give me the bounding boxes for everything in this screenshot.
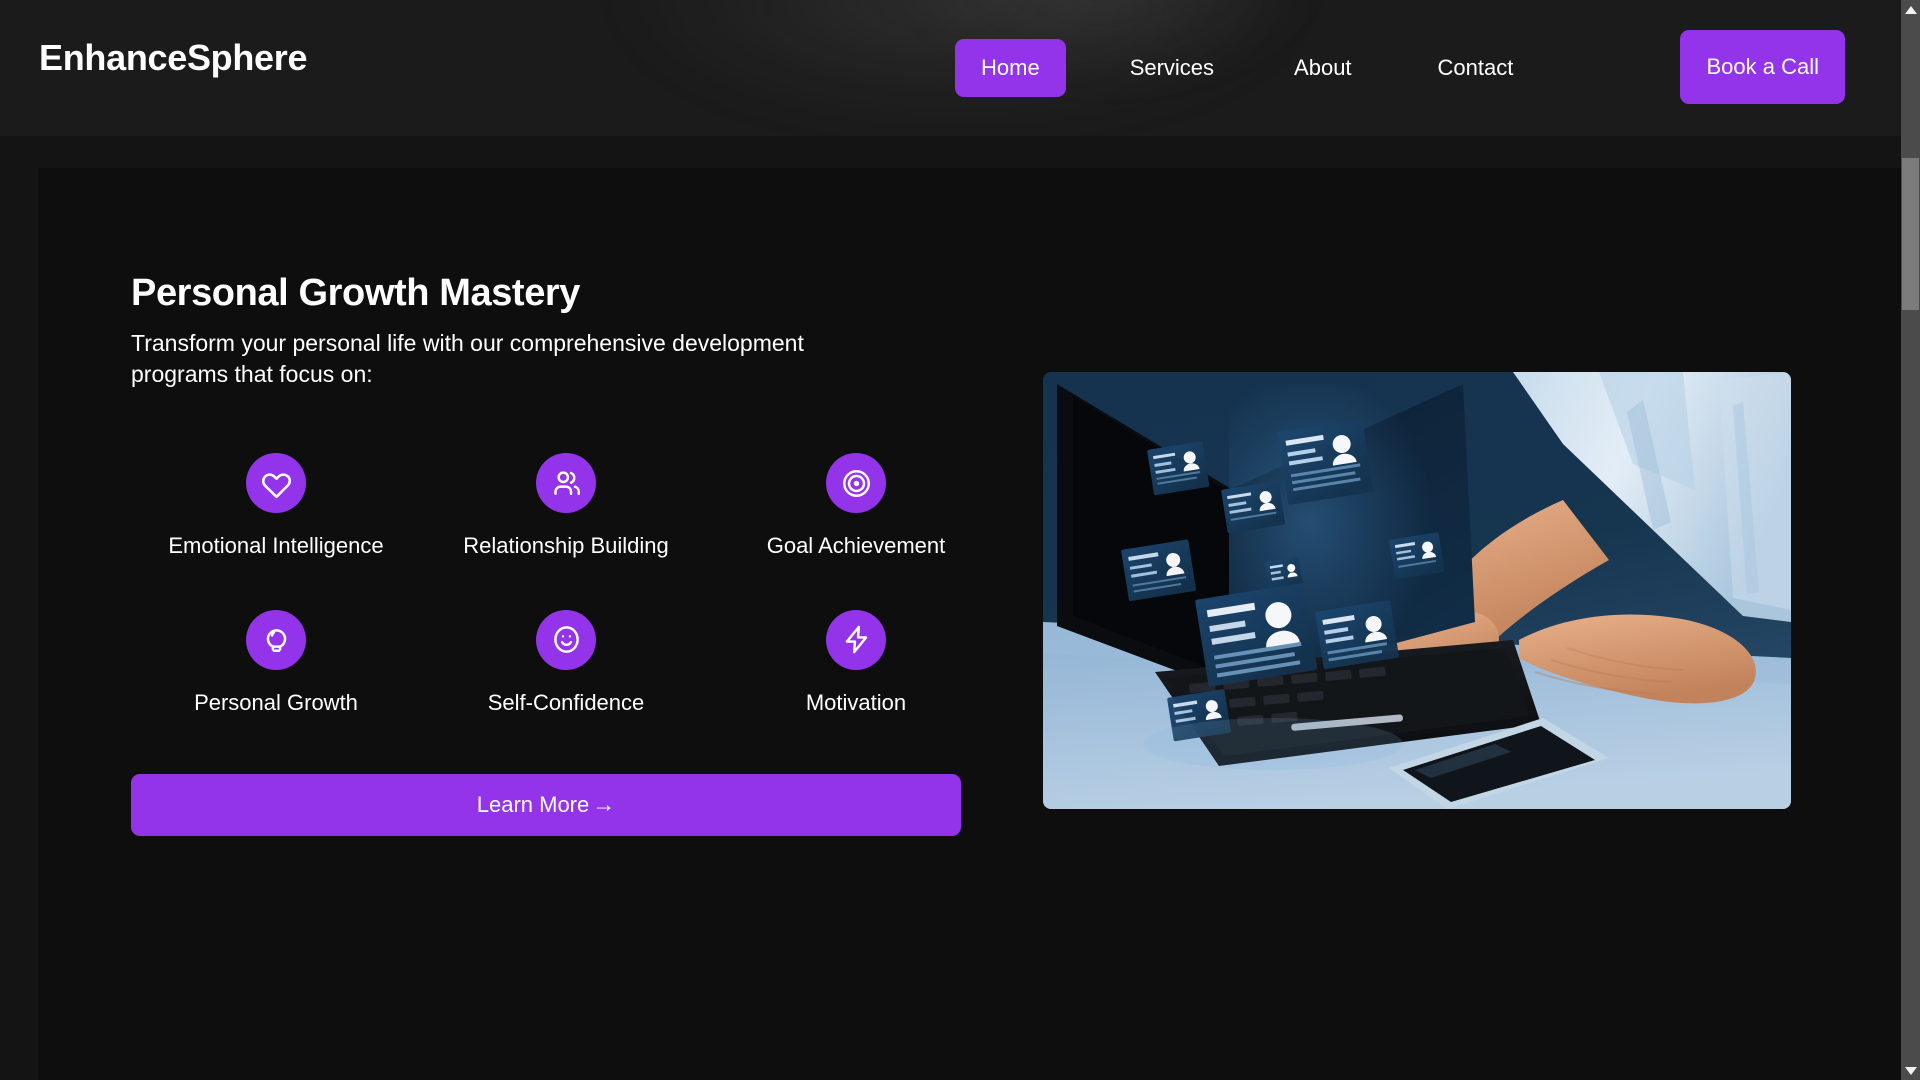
feature-item-self-confidence[interactable]: Self-Confidence bbox=[421, 609, 711, 716]
nav-item-services[interactable]: Services bbox=[1104, 39, 1240, 97]
hero-image bbox=[1043, 372, 1791, 809]
hero-subtitle: Transform your personal life with our co… bbox=[131, 329, 804, 388]
feature-item-motivation[interactable]: Motivation bbox=[711, 609, 1001, 716]
smiley-icon bbox=[536, 609, 596, 670]
nav-item-about[interactable]: About bbox=[1268, 39, 1378, 97]
hero-title: Personal Growth Mastery bbox=[131, 272, 581, 314]
nav-item-contact[interactable]: Contact bbox=[1412, 39, 1540, 97]
heart-icon bbox=[246, 453, 306, 514]
site-header: EnhanceSphere Home Services About Contac… bbox=[0, 0, 1901, 136]
feature-label: Motivation bbox=[805, 689, 907, 715]
scrollbar-thumb[interactable] bbox=[1902, 158, 1919, 310]
brand-logo[interactable]: EnhanceSphere bbox=[39, 40, 308, 76]
hero-content-card: Personal Growth Mastery Transform your p… bbox=[38, 168, 1901, 1080]
main-navigation: Home Services About Contact bbox=[955, 0, 1539, 136]
feature-item-goal-achievement[interactable]: Goal Achievement bbox=[711, 453, 1001, 559]
feature-label: Self-Confidence bbox=[487, 689, 645, 715]
learn-more-label: Learn More bbox=[476, 791, 590, 817]
arrow-right-icon: → bbox=[592, 791, 616, 818]
feature-item-personal-growth[interactable]: Personal Growth bbox=[131, 609, 421, 716]
feature-label: Relationship Building bbox=[463, 533, 669, 559]
lightbulb-icon bbox=[246, 609, 306, 670]
feature-item-emotional-intelligence[interactable]: Emotional Intelligence bbox=[131, 453, 421, 559]
hero-section: Personal Growth Mastery Transform your p… bbox=[38, 168, 1901, 1080]
hero-text-column: Personal Growth Mastery Transform your p… bbox=[131, 272, 971, 836]
lightning-bolt-icon bbox=[826, 609, 886, 670]
browser-viewport: EnhanceSphere Home Services About Contac… bbox=[0, 0, 1920, 1080]
scroll-down-arrow-icon[interactable] bbox=[1901, 1061, 1920, 1080]
users-icon bbox=[536, 453, 596, 514]
feature-label: Goal Achievement bbox=[766, 533, 946, 559]
page-body: Personal Growth Mastery Transform your p… bbox=[0, 136, 1901, 1080]
nav-item-home[interactable]: Home bbox=[955, 39, 1066, 97]
feature-list: Emotional Intelligence Relationship Buil… bbox=[131, 453, 971, 716]
page-scrollbar[interactable] bbox=[1901, 0, 1920, 1080]
feature-label: Emotional Intelligence bbox=[168, 533, 384, 559]
learn-more-button[interactable]: Learn More → bbox=[131, 773, 961, 836]
scroll-up-arrow-icon[interactable] bbox=[1901, 0, 1920, 19]
feature-item-relationship-building[interactable]: Relationship Building bbox=[421, 453, 711, 559]
target-icon bbox=[826, 453, 886, 514]
feature-label: Personal Growth bbox=[194, 689, 358, 715]
book-a-call-button[interactable]: Book a Call bbox=[1680, 30, 1845, 104]
